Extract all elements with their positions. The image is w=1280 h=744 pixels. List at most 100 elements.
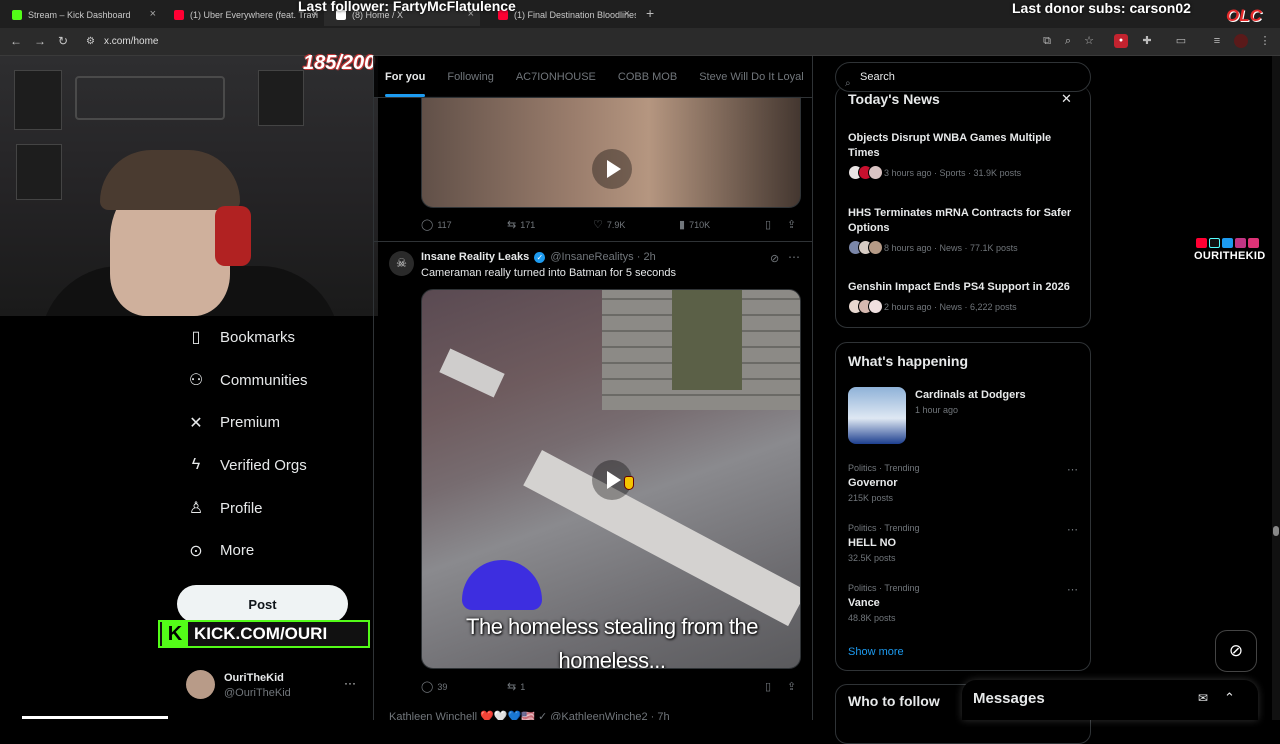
site-info-icon[interactable]: ⚙: [86, 36, 95, 47]
video-player[interactable]: [421, 96, 801, 208]
bookmark-button[interactable]: ▯: [765, 218, 775, 231]
tab-kick-dashboard[interactable]: Stream – Kick Dashboard ×: [0, 4, 162, 26]
wall-poster: [16, 144, 62, 200]
reply-count: 117: [437, 219, 452, 230]
play-icon[interactable]: [592, 149, 632, 189]
author-handle[interactable]: @InsaneRealitys · 2h: [550, 251, 655, 263]
show-more-link[interactable]: Show more: [848, 646, 904, 658]
news-item[interactable]: Genshin Impact Ends PS4 Support in 2026 …: [848, 280, 1084, 314]
grok-icon[interactable]: ⊘: [770, 252, 779, 265]
more-icon[interactable]: ⋯: [1067, 463, 1078, 476]
trend-context: Politics · Trending: [848, 463, 920, 473]
tab-for-you[interactable]: For you: [374, 56, 436, 97]
news-title: Today's News: [848, 91, 940, 107]
olc-logo: OLC: [1226, 6, 1262, 25]
post-button[interactable]: Post: [177, 585, 348, 623]
messages-title: Messages: [973, 690, 1045, 707]
new-tab-button[interactable]: +: [646, 5, 654, 21]
nav-profile[interactable]: ♙ Profile: [180, 487, 370, 530]
scrollbar[interactable]: [1272, 56, 1280, 720]
more-icon[interactable]: ⋯: [1067, 523, 1078, 536]
new-message-icon[interactable]: ✉: [1198, 691, 1208, 705]
url-field[interactable]: x.com/home: [104, 36, 158, 47]
video-player[interactable]: The homeless stealing from the homeless.…: [421, 289, 801, 669]
tab-ac7ionhouse[interactable]: AC7IONHOUSE: [505, 56, 607, 97]
trend-item[interactable]: Politics · Trending Governor 215K posts …: [848, 463, 1084, 503]
share-icon: ⇪: [787, 219, 797, 231]
scrollbar-thumb[interactable]: [1273, 526, 1279, 536]
extensions-icon[interactable]: ✚: [1140, 34, 1154, 48]
tab-title: Stream – Kick Dashboard: [28, 10, 131, 20]
adblock-icon[interactable]: ●: [1114, 34, 1128, 48]
views-button[interactable]: ▮ 710K: [679, 218, 710, 231]
kick-logo-icon: K: [162, 621, 188, 647]
close-icon[interactable]: ✕: [1061, 91, 1072, 107]
profile-avatar-icon[interactable]: [1234, 34, 1248, 48]
communities-icon: ⚇: [188, 372, 204, 390]
nav-premium[interactable]: ✕ Premium: [180, 401, 370, 444]
event-time: 1 hour ago: [915, 405, 959, 415]
avatars-icon: [848, 165, 883, 180]
trend-context: Politics · Trending: [848, 523, 920, 533]
nav-bookmarks[interactable]: ▯ Bookmarks: [180, 316, 370, 359]
webcam-feed: [0, 56, 378, 316]
bookmark-icon: ▯: [765, 681, 772, 693]
event-title[interactable]: Cardinals at Dodgers: [915, 389, 1026, 401]
star-icon[interactable]: ☆: [1082, 34, 1096, 48]
menu-icon[interactable]: ⋮: [1258, 34, 1272, 48]
tab-steve-will-do-it[interactable]: Steve Will Do It Loyal: [688, 56, 812, 97]
avatar[interactable]: ☠: [389, 251, 414, 276]
author-name[interactable]: Insane Reality Leaks: [421, 251, 529, 263]
chevron-up-icon[interactable]: ⌃: [1224, 690, 1235, 706]
account-name: OuriTheKid: [224, 672, 284, 684]
sidepanel-icon[interactable]: ▭: [1174, 34, 1188, 48]
bookmark-icon: ▯: [765, 219, 772, 231]
messages-drawer[interactable]: Messages ✉ ⌃: [962, 680, 1258, 720]
repost-button[interactable]: ⇆ 1: [507, 680, 525, 693]
twitter-icon: [1222, 238, 1233, 248]
forward-icon[interactable]: →: [34, 34, 46, 48]
search-input[interactable]: ⌕ Search: [835, 62, 1091, 92]
event-thumbnail[interactable]: [848, 387, 906, 444]
back-icon[interactable]: ←: [10, 34, 22, 48]
x-logo-icon: ✕: [189, 414, 203, 432]
media-icon[interactable]: ≡: [1210, 34, 1224, 48]
reply-button[interactable]: ◯ 117: [421, 218, 452, 231]
panel-title: Who to follow: [848, 693, 940, 709]
tab-following[interactable]: Following: [436, 56, 504, 97]
whats-happening-panel: What's happening Cardinals at Dodgers 1 …: [835, 342, 1091, 671]
reply-button[interactable]: ◯ 39: [421, 680, 447, 693]
share-button[interactable]: ⇪: [787, 680, 800, 693]
account-switcher[interactable]: OuriTheKid @OuriTheKid ···: [186, 670, 366, 704]
repost-button[interactable]: ⇆ 171: [507, 218, 535, 231]
nav-verified-orgs[interactable]: ϟ Verified Orgs: [180, 444, 370, 487]
more-icon[interactable]: ···: [344, 676, 356, 690]
heart-icon: ♡: [593, 219, 603, 231]
youtube-icon: [1196, 238, 1207, 248]
share-button[interactable]: ⇪: [787, 218, 800, 231]
wall-poster: [258, 70, 304, 126]
trend-name: HELL NO: [848, 537, 897, 549]
close-icon[interactable]: ×: [150, 8, 156, 20]
trend-item[interactable]: Politics · Trending Vance 48.8K posts ⋯: [848, 583, 1084, 623]
more-icon[interactable]: ⋯: [1067, 583, 1078, 596]
more-icon[interactable]: ⋯: [788, 250, 800, 264]
bookmark-button[interactable]: ▯: [765, 680, 775, 693]
news-item[interactable]: Objects Disrupt WNBA Games Multiple Time…: [848, 131, 1084, 180]
grok-button[interactable]: ⊘: [1215, 630, 1257, 672]
last-follower-overlay: Last follower: FartyMcFlatulence: [298, 0, 516, 14]
tab-cobb-mob[interactable]: COBB MOB: [607, 56, 688, 97]
trend-item[interactable]: Politics · Trending HELL NO 32.5K posts …: [848, 523, 1084, 563]
reload-icon[interactable]: ↻: [58, 34, 68, 48]
close-icon[interactable]: ×: [624, 8, 630, 20]
like-button[interactable]: ♡ 7.9K: [593, 218, 625, 231]
news-item[interactable]: HHS Terminates mRNA Contracts for Safer …: [848, 206, 1084, 255]
zoom-icon[interactable]: ⌕: [1061, 34, 1075, 48]
nav-more[interactable]: ⊙ More: [180, 529, 370, 572]
social-overlay: OURITHEKID: [1194, 238, 1268, 262]
install-icon[interactable]: ⧉: [1040, 34, 1054, 48]
nav-communities[interactable]: ⚇ Communities: [180, 359, 370, 402]
divider: [374, 241, 812, 242]
nav-label: Profile: [220, 499, 263, 517]
address-bar: ← → ↻ ⚙ x.com/home ⧉ ⌕ ☆ ● ✚ ▭ ≡ ⋮: [0, 28, 1280, 56]
